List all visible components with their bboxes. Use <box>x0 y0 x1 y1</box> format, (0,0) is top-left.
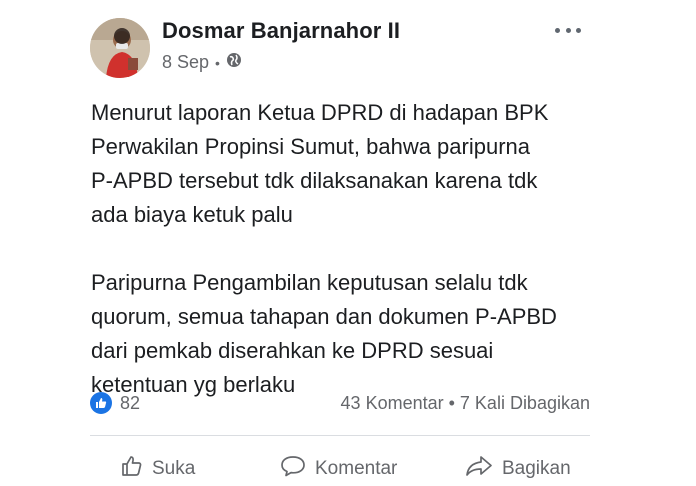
like-label: Suka <box>152 458 196 479</box>
paragraph-1: Menurut laporan Ketua DPRD di hadapan BP… <box>91 96 611 232</box>
share-label: Bagikan <box>502 458 571 479</box>
author-name[interactable]: Dosmar Banjarnahor II <box>162 18 400 44</box>
body-line: P-APBD tersebut tdk dilaksanakan karena … <box>91 168 538 193</box>
body-line: ada biaya ketuk palu <box>91 202 293 227</box>
body-line: dari pemkab diserahkan ke DPRD sesuai <box>91 338 494 363</box>
globe-icon <box>226 52 242 73</box>
thumbs-up-icon[interactable] <box>90 392 112 414</box>
paragraph-2: Paripurna Pengambilan keputusan selalu t… <box>91 266 611 402</box>
post-date[interactable]: 8 Sep <box>162 52 209 73</box>
share-arrow-icon <box>464 454 494 484</box>
comment-button[interactable]: Komentar <box>279 454 397 484</box>
reaction-stats: 82 43 Komentar • 7 Kali Dibagikan <box>90 392 590 416</box>
more-options-icon[interactable] <box>555 26 581 34</box>
body-line: quorum, semua tahapan dan dokumen P-APBD <box>91 304 557 329</box>
like-button[interactable]: Suka <box>120 454 195 484</box>
action-bar: Suka Komentar Bagikan <box>90 450 590 486</box>
avatar-photo <box>90 18 150 78</box>
meta-separator: • <box>215 54 220 71</box>
body-line: Paripurna Pengambilan keputusan selalu t… <box>91 270 528 295</box>
post-meta: 8 Sep • <box>162 52 242 73</box>
body-line: Menurut laporan Ketua DPRD di hadapan BP… <box>91 100 549 125</box>
speech-bubble-icon <box>279 454 307 484</box>
comment-label: Komentar <box>315 458 398 479</box>
facebook-post: Dosmar Banjarnahor II 8 Sep • Menurut la… <box>0 0 696 484</box>
comments-shares-count[interactable]: 43 Komentar • 7 Kali Dibagikan <box>341 393 590 414</box>
post-body: Menurut laporan Ketua DPRD di hadapan BP… <box>91 96 611 402</box>
avatar[interactable] <box>90 18 150 78</box>
like-count[interactable]: 82 <box>120 393 140 414</box>
thumbs-up-outline-icon <box>120 454 144 484</box>
body-line: Perwakilan Propinsi Sumut, bahwa paripur… <box>91 134 531 159</box>
share-button[interactable]: Bagikan <box>464 454 571 484</box>
divider <box>90 435 590 436</box>
